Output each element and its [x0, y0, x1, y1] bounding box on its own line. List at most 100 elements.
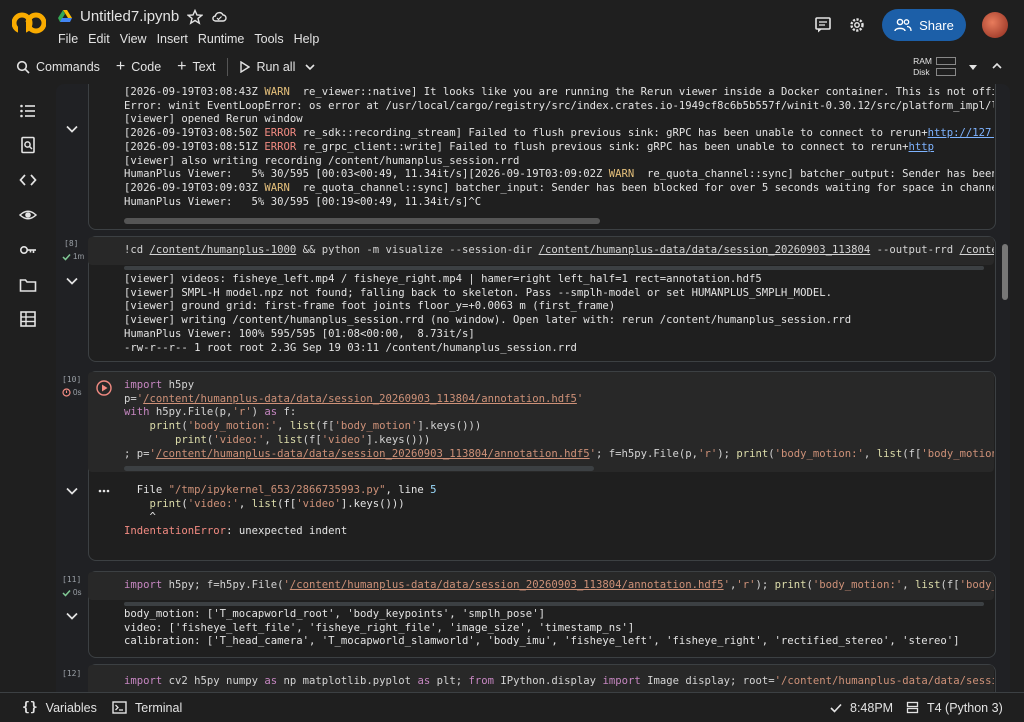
share-label: Share [919, 17, 954, 33]
menu-runtime[interactable]: Runtime [198, 32, 253, 46]
chevron-down-icon[interactable] [305, 63, 315, 71]
search-icon [16, 60, 30, 74]
output-line: [viewer] opened Rerun window [124, 113, 303, 126]
cell-8-code[interactable]: !cd /content/humanplus-1000 && python -m… [88, 237, 994, 258]
output-line: [viewer] writing /content/humanplus_sess… [124, 314, 852, 327]
key-icon[interactable] [19, 241, 37, 259]
runtime-indicator[interactable]: T4 (Python 3) [906, 701, 1003, 715]
cell-11-output: body_motion: ['T_mocapworld_root', 'body… [124, 608, 994, 649]
expand-chevron-icon[interactable] [66, 125, 78, 133]
cell-10-editor[interactable]: import h5py p='/content/humanplus-data/d… [88, 372, 994, 472]
chevron-up-icon[interactable] [992, 62, 1002, 70]
ram-bar [936, 57, 956, 65]
cell-12-editor[interactable]: import cv2 h5py numpy as np matplotlib.p… [88, 665, 994, 692]
cell-11-editor[interactable]: import h5py; f=h5py.File('/content/human… [88, 572, 994, 600]
output-line: calibration: ['T_head_camera', 'T_mocapw… [124, 635, 960, 648]
terminal-button[interactable]: Terminal [112, 701, 182, 715]
checkmark-icon [830, 703, 842, 713]
menu-help[interactable]: Help [294, 32, 328, 46]
cell-10-code[interactable]: import h5py p='/content/humanplus-data/d… [88, 372, 994, 461]
expand-chevron-icon[interactable] [66, 612, 78, 620]
menu-file[interactable]: File [58, 32, 86, 46]
output-line: [viewer] videos: fisheye_left.mp4 / fish… [124, 273, 762, 285]
horizontal-scrollbar[interactable] [124, 266, 984, 270]
folder-icon[interactable] [19, 276, 37, 294]
play-icon [240, 61, 251, 73]
check-icon [62, 589, 71, 597]
gear-icon[interactable] [848, 16, 866, 34]
disk-label: Disk [913, 67, 930, 77]
run-cell-button[interactable] [96, 380, 112, 396]
cell-10-exec-count: [10] [62, 375, 82, 384]
share-button[interactable]: Share [882, 9, 966, 41]
cell-11-exec-count: [11] [62, 575, 82, 584]
menu-edit[interactable]: Edit [88, 32, 118, 46]
cell-7-output: [2026-09-19T03:08:43Z WARN re_viewer::na… [124, 86, 994, 209]
terminal-label: Terminal [135, 700, 183, 715]
output-line: [2026-09-19T03:08:43Z WARN re_viewer::na… [124, 86, 994, 98]
time-label: 8:48PM [850, 700, 894, 715]
drive-icon[interactable] [58, 10, 72, 23]
traceback-line: print('video:', list(f['video'].keys())) [149, 497, 405, 510]
commands-button[interactable]: Commands [8, 53, 108, 81]
output-line: HumanPlus Viewer: 100% 595/595 [01:08<00… [124, 327, 475, 340]
output-line: HumanPlus Viewer: 5% 30/595 [00:03<00:49… [124, 168, 994, 181]
resource-monitor[interactable]: RAM Disk [913, 56, 956, 78]
menu-insert[interactable]: Insert [157, 32, 196, 46]
cell-8-editor[interactable]: !cd /content/humanplus-1000 && python -m… [88, 237, 994, 265]
ram-label: RAM [913, 56, 932, 66]
check-icon [62, 253, 71, 261]
notebook-area[interactable]: [2026-09-19T03:08:43Z WARN re_viewer::na… [56, 84, 1010, 692]
output-line: body_motion: ['T_mocapworld_root', 'body… [124, 608, 545, 620]
cell-10-status: 0s [62, 388, 81, 397]
plus-icon: + [177, 58, 187, 75]
variables-button[interactable]: {} Variables [22, 700, 97, 715]
brackets-icon: {} [22, 700, 38, 715]
run-all-label: Run all [256, 60, 296, 74]
traceback-line: ^ [124, 511, 156, 524]
add-code-button[interactable]: + Code [108, 53, 169, 81]
cell-12-exec-count: [12] [62, 669, 82, 678]
output-line: [2026-09-19T03:08:50Z ERROR re_sdk::reco… [124, 127, 994, 140]
cell-8-output: [viewer] videos: fisheye_left.mp4 / fish… [124, 273, 994, 355]
notebook-title[interactable]: Untitled7.ipynb [80, 8, 179, 25]
find-icon[interactable] [19, 136, 37, 154]
error-icon [62, 388, 71, 397]
comment-icon[interactable] [814, 16, 832, 34]
disk-bar [936, 68, 956, 76]
toc-icon[interactable] [19, 102, 37, 120]
table-icon[interactable] [19, 310, 37, 328]
expand-chevron-icon[interactable] [66, 277, 78, 285]
horizontal-scrollbar[interactable] [124, 602, 984, 606]
execution-time[interactable]: 8:48PM [830, 701, 893, 715]
colab-logo[interactable] [12, 10, 46, 36]
run-all-button[interactable]: Run all [232, 53, 303, 81]
vertical-scrollbar[interactable] [1002, 244, 1008, 300]
output-line: HumanPlus Viewer: 5% 30/595 [00:19<00:49… [124, 195, 482, 208]
status-bar: {} Variables Terminal 8:48PM T4 (Python … [0, 692, 1024, 722]
cell-11-duration: 0s [73, 588, 82, 597]
cell-12-code[interactable]: import cv2 h5py numpy as np matplotlib.p… [88, 665, 994, 689]
add-code-label: Code [131, 60, 162, 74]
notebook-toolbar: Commands + Code + Text Run all RAM Disk [8, 52, 1016, 82]
cell-10-output: File "/tmp/ipykernel_653/2866735993.py",… [124, 484, 994, 539]
menu-tools[interactable]: Tools [254, 32, 291, 46]
cell-11-code[interactable]: import h5py; f=h5py.File('/content/human… [88, 572, 994, 593]
avatar[interactable] [982, 12, 1008, 38]
app-header: Untitled7.ipynb File Edit View Insert Ru… [0, 0, 1024, 50]
expand-chevron-icon[interactable] [66, 487, 78, 495]
traceback-line: File "/tmp/ipykernel_653/2866735993.py",… [124, 484, 437, 496]
chevron-down-icon[interactable] [968, 63, 978, 71]
cloud-icon[interactable] [211, 9, 227, 25]
add-text-button[interactable]: + Text [169, 53, 223, 81]
variables-label: Variables [45, 700, 97, 715]
more-icon[interactable] [98, 489, 110, 493]
code-icon[interactable] [19, 171, 37, 189]
cell-8-status: 1m [62, 252, 84, 261]
output-line: video: ['fisheye_left_file', 'fisheye_ri… [124, 621, 635, 634]
horizontal-scrollbar[interactable] [124, 466, 594, 471]
menu-view[interactable]: View [120, 32, 155, 46]
horizontal-scrollbar[interactable] [124, 218, 600, 224]
secrets-icon[interactable] [19, 206, 37, 224]
star-icon[interactable] [187, 8, 204, 25]
